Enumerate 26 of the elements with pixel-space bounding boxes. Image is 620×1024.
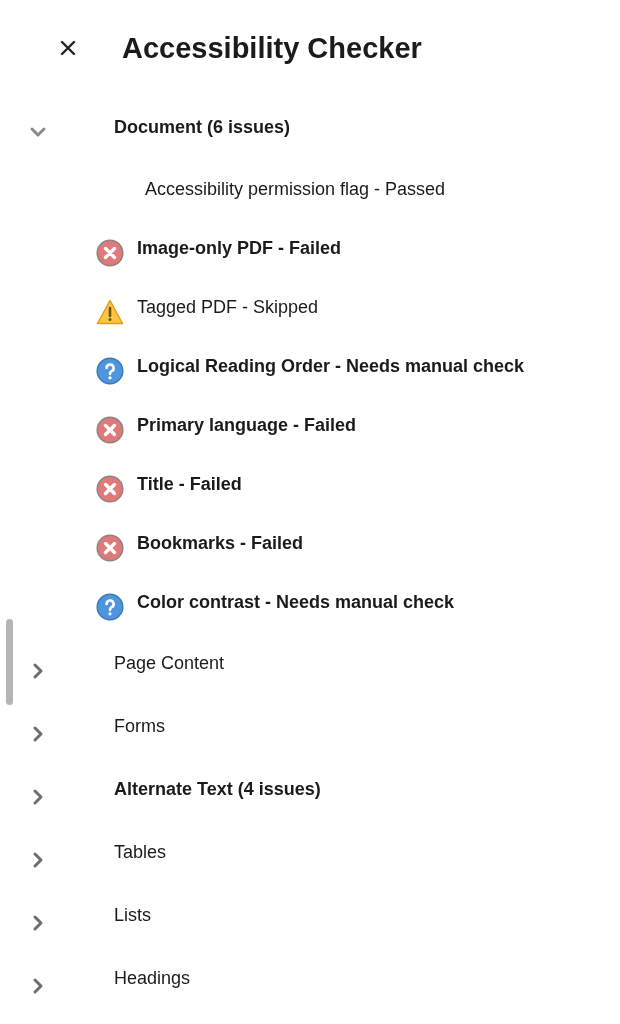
close-icon xyxy=(60,40,76,56)
close-button[interactable] xyxy=(58,38,78,58)
error-icon xyxy=(96,474,124,503)
error-icon xyxy=(96,533,124,562)
check-result-item[interactable]: Bookmarks - Failed xyxy=(137,530,304,557)
check-result-item[interactable]: Primary language - Failed xyxy=(137,412,357,439)
check-result-item[interactable]: Title - Failed xyxy=(137,471,242,498)
category-label[interactable]: Page Content xyxy=(114,650,225,677)
category-label[interactable]: Document (6 issues) xyxy=(114,113,291,141)
category-label[interactable]: Lists xyxy=(114,902,151,929)
check-result-item[interactable]: Color contrast - Needs manual check xyxy=(137,589,455,616)
error-icon xyxy=(96,415,124,444)
category-label[interactable]: Tables xyxy=(114,839,167,866)
category-label[interactable]: Headings xyxy=(114,965,191,992)
error-icon xyxy=(96,238,124,267)
category-label[interactable]: Alternate Text (4 issues) xyxy=(114,776,321,803)
category-label[interactable]: Forms xyxy=(114,713,165,740)
help-icon xyxy=(96,356,124,385)
check-result-item[interactable]: Logical Reading Order - Needs manual check xyxy=(137,353,525,380)
panel-title: Accessibility Checker xyxy=(122,33,422,63)
check-result-item[interactable]: Tagged PDF - Skipped xyxy=(137,294,319,321)
check-result-item[interactable]: Image-only PDF - Failed xyxy=(137,235,342,262)
warning-icon xyxy=(96,297,124,326)
scrollbar-thumb[interactable] xyxy=(6,619,13,705)
help-icon xyxy=(96,592,124,621)
check-result-item[interactable]: Accessibility permission flag - Passed xyxy=(145,176,446,203)
